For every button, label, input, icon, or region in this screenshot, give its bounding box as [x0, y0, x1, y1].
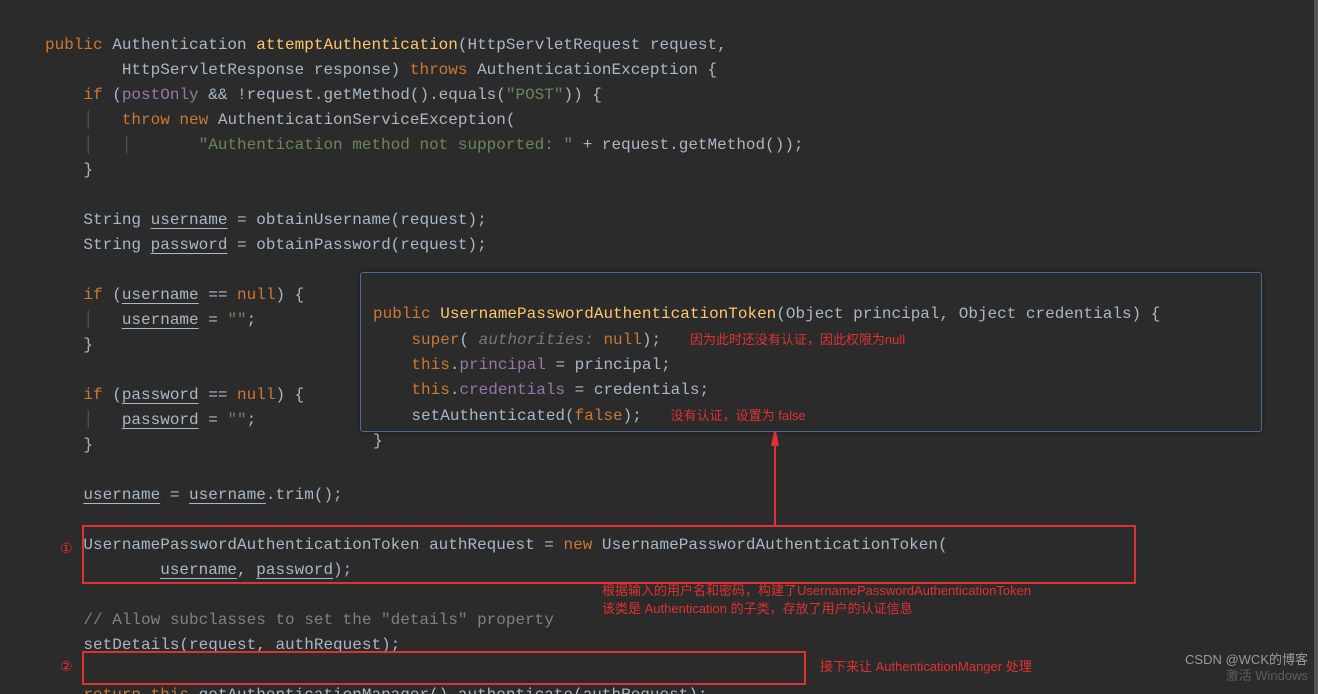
string: "Authentication method not supported: ": [199, 136, 573, 154]
txt: ;: [247, 411, 257, 429]
kw-new: new: [563, 536, 592, 554]
kw-throw-new: throw new: [122, 111, 208, 129]
string: "": [227, 311, 246, 329]
kw-false: false: [575, 407, 623, 425]
method-name: attemptAuthentication: [256, 36, 458, 54]
watermark-line: CSDN @WCK的博客: [1185, 652, 1308, 667]
txt: (Object principal, Object credentials) {: [776, 305, 1160, 323]
txt: (: [103, 386, 122, 404]
watermark: CSDN @WCK的博客 激活 Windows: [1185, 652, 1308, 684]
brace: }: [83, 336, 93, 354]
kw-public: public: [45, 36, 103, 54]
field: postOnly: [122, 86, 199, 104]
txt: );: [642, 331, 661, 349]
txt: ==: [199, 386, 237, 404]
kw-if: if: [83, 86, 102, 104]
var-username: username: [122, 286, 199, 304]
txt: ) {: [275, 286, 304, 304]
ctor-name: UsernamePasswordAuthenticationToken: [440, 305, 776, 323]
var-username: username: [122, 311, 199, 329]
txt: =: [160, 486, 189, 504]
string: "POST": [506, 86, 564, 104]
documentation-tooltip: public UsernamePasswordAuthenticationTok…: [360, 272, 1262, 432]
txt: setAuthenticated(: [411, 407, 574, 425]
annotation-line: 接下来让 AuthenticationManger 处理: [820, 659, 1032, 674]
txt: HttpServletResponse response): [45, 61, 410, 79]
brace: }: [373, 432, 383, 450]
txt: setDetails(request, authRequest);: [83, 636, 400, 654]
txt: ) {: [275, 386, 304, 404]
var-username: username: [189, 486, 266, 504]
txt: String: [83, 236, 150, 254]
kw-this: this: [151, 686, 189, 694]
txt: String: [83, 211, 150, 229]
annotation-block-1: 根据输入的用户名和密码，构建了UsernamePasswordAuthentic…: [602, 582, 1142, 618]
kw-null: null: [237, 386, 275, 404]
txt: = obtainUsername(request);: [227, 211, 486, 229]
var-username: username: [83, 486, 160, 504]
var-password: password: [151, 236, 228, 254]
comment: // Allow subclasses to set the "details"…: [83, 611, 553, 629]
txt: );: [623, 407, 642, 425]
watermark-line: 激活 Windows: [1226, 668, 1308, 683]
annotation-text: 因为此时还没有认证，因此权限为null: [690, 332, 905, 347]
marker-1: ①: [60, 540, 73, 557]
txt: = principal;: [546, 356, 671, 374]
txt: AuthenticationServiceException(: [208, 111, 515, 129]
txt: ,: [237, 561, 256, 579]
var-username: username: [151, 211, 228, 229]
kw-null: null: [603, 331, 641, 349]
param-hint: authorities:: [469, 331, 603, 349]
string: "": [227, 411, 246, 429]
txt: [431, 305, 441, 323]
kw-this: this: [411, 381, 449, 399]
txt: );: [333, 561, 352, 579]
kw-if: if: [83, 286, 102, 304]
txt: Authentication: [103, 36, 257, 54]
txt: .: [450, 381, 460, 399]
txt: .trim();: [266, 486, 343, 504]
arg-username: username: [160, 561, 237, 579]
kw-super: super: [411, 331, 459, 349]
annotation-block-2: 接下来让 AuthenticationManger 处理: [820, 658, 1032, 676]
kw-this: this: [411, 356, 449, 374]
brace: }: [83, 436, 93, 454]
var-password: password: [122, 411, 199, 429]
annotation-text: 没有认证，设置为 false: [671, 408, 806, 423]
kw-return: return: [83, 686, 150, 694]
txt: UsernamePasswordAuthenticationToken(: [592, 536, 947, 554]
txt: =: [199, 411, 228, 429]
txt: (: [459, 331, 469, 349]
kw-public: public: [373, 305, 431, 323]
txt: ;: [247, 311, 257, 329]
txt: .getAuthenticationManager().authenticate…: [189, 686, 707, 694]
txt: (: [103, 286, 122, 304]
txt: (HttpServletRequest request,: [458, 36, 727, 54]
annotation-line: 根据输入的用户名和密码，构建了UsernamePasswordAuthentic…: [602, 583, 1031, 598]
txt: AuthenticationException {: [467, 61, 717, 79]
txt: =: [199, 311, 228, 329]
txt: && !request.getMethod().equals(: [199, 86, 506, 104]
kw-if: if: [83, 386, 102, 404]
txt: (: [103, 86, 122, 104]
txt: .: [450, 356, 460, 374]
txt: = obtainPassword(request);: [227, 236, 486, 254]
txt: ==: [199, 286, 237, 304]
txt: UsernamePasswordAuthenticationToken auth…: [83, 536, 563, 554]
kw-null: null: [237, 286, 275, 304]
var-password: password: [122, 386, 199, 404]
field: credentials: [459, 381, 565, 399]
field: principal: [459, 356, 545, 374]
annotation-line: 该类是 Authentication 的子类，存放了用户的认证信息: [602, 601, 913, 616]
txt: = credentials;: [565, 381, 709, 399]
arg-password: password: [256, 561, 333, 579]
txt: + request.getMethod());: [573, 136, 803, 154]
txt: )) {: [563, 86, 601, 104]
kw-throws: throws: [410, 61, 468, 79]
marker-2: ②: [60, 658, 73, 675]
brace: }: [83, 161, 93, 179]
